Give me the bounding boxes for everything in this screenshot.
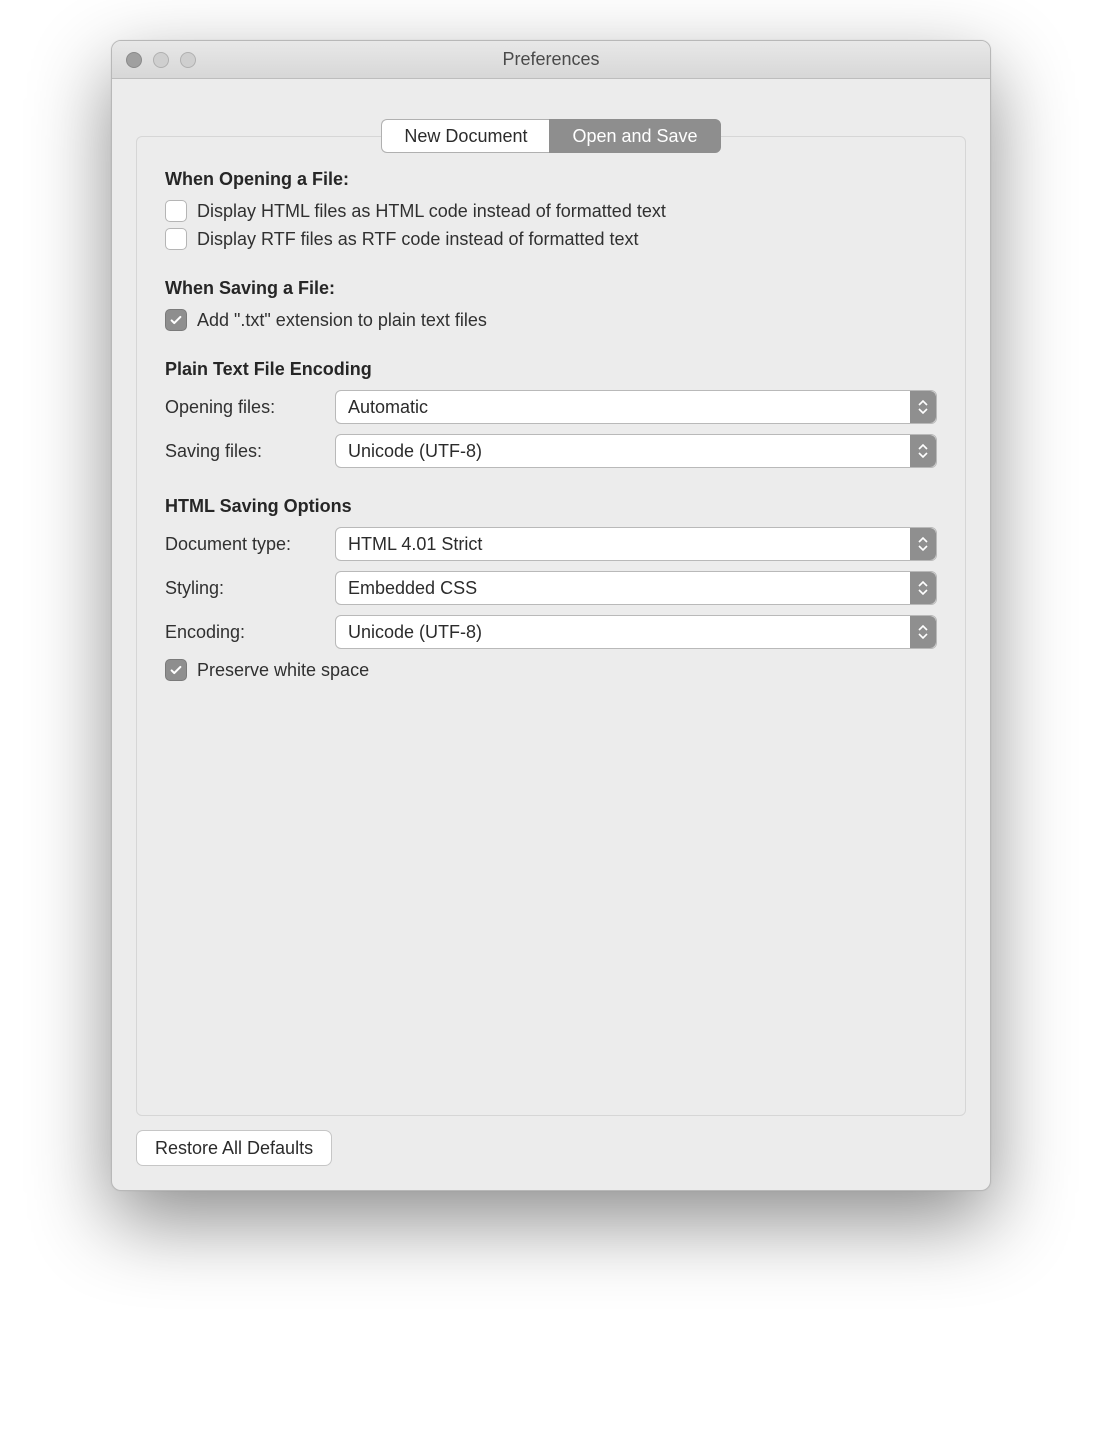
checkbox-display-rtf[interactable] — [165, 228, 187, 250]
restore-defaults-label: Restore All Defaults — [155, 1138, 313, 1159]
window-title: Preferences — [112, 49, 990, 70]
label-display-html: Display HTML files as HTML code instead … — [197, 201, 666, 222]
checkbox-preserve-whitespace[interactable] — [165, 659, 187, 681]
section-opening: When Opening a File: Display HTML files … — [165, 169, 937, 250]
label-preserve-whitespace: Preserve white space — [197, 660, 369, 681]
dropdown-saving-files-value: Unicode (UTF-8) — [348, 441, 482, 462]
section-html-title: HTML Saving Options — [165, 496, 937, 517]
section-opening-title: When Opening a File: — [165, 169, 937, 190]
row-saving-files: Saving files: Unicode (UTF-8) — [165, 434, 937, 468]
dropdown-saving-files[interactable]: Unicode (UTF-8) — [335, 434, 937, 468]
dropdown-html-encoding[interactable]: Unicode (UTF-8) — [335, 615, 937, 649]
label-saving-files: Saving files: — [165, 441, 335, 462]
label-display-rtf: Display RTF files as RTF code instead of… — [197, 229, 639, 250]
label-add-txt: Add ".txt" extension to plain text files — [197, 310, 487, 331]
row-display-rtf: Display RTF files as RTF code instead of… — [165, 228, 937, 250]
row-display-html: Display HTML files as HTML code instead … — [165, 200, 937, 222]
tab-open-and-save[interactable]: Open and Save — [549, 119, 720, 153]
dropdown-opening-files-value: Automatic — [348, 397, 428, 418]
updown-icon — [910, 616, 936, 648]
updown-icon — [910, 435, 936, 467]
titlebar: Preferences — [112, 41, 990, 79]
section-encoding-title: Plain Text File Encoding — [165, 359, 937, 380]
updown-icon — [910, 391, 936, 423]
settings-panel: When Opening a File: Display HTML files … — [136, 136, 966, 1116]
section-html: HTML Saving Options Document type: HTML … — [165, 496, 937, 681]
checkbox-add-txt[interactable] — [165, 309, 187, 331]
row-styling: Styling: Embedded CSS — [165, 571, 937, 605]
label-styling: Styling: — [165, 578, 335, 599]
label-html-encoding: Encoding: — [165, 622, 335, 643]
restore-defaults-button[interactable]: Restore All Defaults — [136, 1130, 332, 1166]
dropdown-doctype-value: HTML 4.01 Strict — [348, 534, 482, 555]
row-add-txt: Add ".txt" extension to plain text files — [165, 309, 937, 331]
updown-icon — [910, 572, 936, 604]
zoom-window-button[interactable] — [180, 52, 196, 68]
label-opening-files: Opening files: — [165, 397, 335, 418]
dropdown-opening-files[interactable]: Automatic — [335, 390, 937, 424]
section-saving: When Saving a File: Add ".txt" extension… — [165, 278, 937, 331]
row-opening-files: Opening files: Automatic — [165, 390, 937, 424]
label-doctype: Document type: — [165, 534, 335, 555]
minimize-window-button[interactable] — [153, 52, 169, 68]
content-area: New Document Open and Save When Opening … — [112, 79, 990, 1190]
row-preserve-whitespace: Preserve white space — [165, 659, 937, 681]
check-icon — [169, 663, 183, 677]
tab-bar: New Document Open and Save — [136, 119, 966, 153]
section-saving-title: When Saving a File: — [165, 278, 937, 299]
updown-icon — [910, 528, 936, 560]
dropdown-doctype[interactable]: HTML 4.01 Strict — [335, 527, 937, 561]
window-controls — [112, 52, 196, 68]
dropdown-html-encoding-value: Unicode (UTF-8) — [348, 622, 482, 643]
dropdown-styling[interactable]: Embedded CSS — [335, 571, 937, 605]
dropdown-styling-value: Embedded CSS — [348, 578, 477, 599]
row-html-encoding: Encoding: Unicode (UTF-8) — [165, 615, 937, 649]
check-icon — [169, 313, 183, 327]
close-window-button[interactable] — [126, 52, 142, 68]
preferences-window: Preferences New Document Open and Save W… — [111, 40, 991, 1191]
tab-new-document[interactable]: New Document — [381, 119, 549, 153]
checkbox-display-html[interactable] — [165, 200, 187, 222]
row-doctype: Document type: HTML 4.01 Strict — [165, 527, 937, 561]
section-encoding: Plain Text File Encoding Opening files: … — [165, 359, 937, 468]
